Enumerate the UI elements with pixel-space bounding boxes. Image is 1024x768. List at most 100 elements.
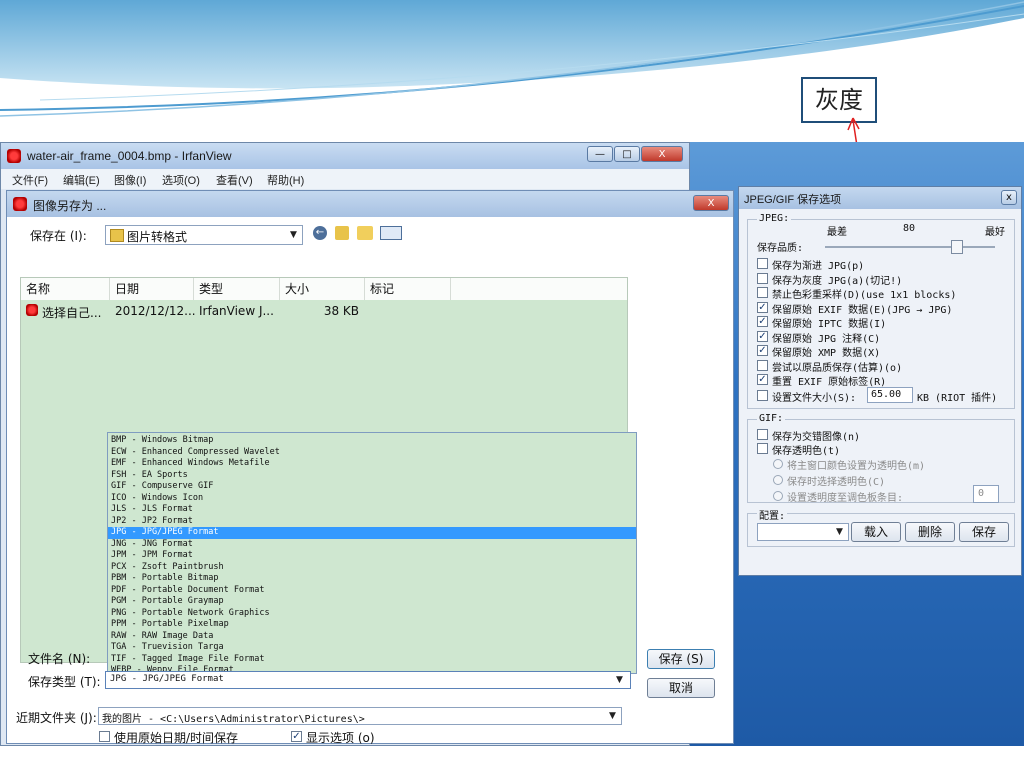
file-type-option[interactable]: JNG - JNG Format (108, 539, 636, 551)
option-checkbox-checked[interactable]: ✓ (757, 330, 768, 342)
chevron-down-icon: ▼ (609, 711, 616, 721)
option-checkbox[interactable] (757, 272, 768, 284)
file-type-option[interactable]: TGA - Truevision Targa (108, 642, 636, 654)
column-type[interactable]: 类型 (194, 278, 280, 300)
option-checkbox-checked[interactable]: ✓ (757, 374, 768, 385)
show-options-checkbox[interactable]: ✓ (291, 731, 302, 742)
gif-transparent-checkbox[interactable] (757, 443, 768, 454)
gif-group-label: GIF: (757, 413, 786, 424)
radio-palette-entry[interactable] (773, 491, 783, 501)
up-folder-icon[interactable] (335, 226, 349, 240)
file-type-option[interactable]: JPG - JPG/JPEG Format (108, 527, 636, 539)
menu-help[interactable]: 帮助(H) (267, 172, 304, 188)
column-name[interactable]: 名称 (21, 278, 110, 300)
quality-min-label: 最差 (827, 227, 847, 238)
filesize-checkbox[interactable] (757, 390, 768, 401)
recent-folder-select[interactable]: 我的图片 - <C:\Users\Administrator\Pictures\… (98, 707, 622, 725)
file-type-option[interactable]: PBM - Portable Bitmap (108, 573, 636, 585)
keep-date-checkbox[interactable] (99, 731, 110, 742)
save-config-button[interactable]: 保存 (959, 522, 1009, 542)
menu-options[interactable]: 选项(O) (162, 172, 200, 188)
option-checkbox-checked[interactable]: ✓ (757, 301, 768, 313)
filesize-input[interactable]: 65.00 (867, 387, 913, 403)
file-type-option[interactable]: PPM - Portable Pixelmap (108, 619, 636, 631)
jpeg-option[interactable]: ✓ 保留原始 XMP 数据(X) (757, 344, 1015, 359)
cancel-button[interactable]: 取消 (647, 678, 715, 698)
filetype-label: 保存类型 (T): (28, 675, 101, 689)
save-in-dropdown[interactable]: 图片转格式 ▼ (105, 225, 303, 245)
file-type-option[interactable]: PNG - Portable Network Graphics (108, 608, 636, 620)
maximize-button[interactable]: □ (614, 146, 640, 162)
delete-config-button[interactable]: 删除 (905, 522, 955, 542)
filetype-select[interactable]: JPG - JPG/JPEG Format ▼ (105, 671, 631, 689)
back-icon[interactable]: ← (313, 226, 327, 240)
file-type-option[interactable]: BMP - Windows Bitmap (108, 435, 636, 447)
filesize-label: 设置文件大小(S): (772, 393, 857, 404)
option-label: 禁止色彩重采样(D)(use 1x1 blocks) (772, 290, 957, 301)
option-checkbox-checked[interactable]: ✓ (757, 345, 768, 356)
filetype-value: JPG - JPG/JPEG Format (110, 674, 224, 684)
quality-slider[interactable] (825, 239, 995, 255)
menu-edit[interactable]: 编辑(E) (63, 172, 100, 188)
option-checkbox[interactable] (757, 258, 768, 269)
jpeg-gif-options-dialog: JPEG/GIF 保存选项 x JPEG: 最差 80 最好 保存品质: 保存为… (738, 186, 1022, 576)
file-type-option[interactable]: RAW - RAW Image Data (108, 631, 636, 643)
jpeg-option[interactable]: 保存为渐进 JPG(p) (757, 257, 1015, 272)
jpeg-option[interactable]: 保存为灰度 JPG(a)(切记!) (757, 272, 1015, 287)
file-type-option[interactable]: PDF - Portable Document Format (108, 585, 636, 597)
dialog-close-button[interactable]: X (693, 195, 729, 211)
load-config-button[interactable]: 载入 (851, 522, 901, 542)
file-type-option[interactable]: GIF - Compuserve GIF (108, 481, 636, 493)
config-label: 配置: (757, 507, 788, 522)
keep-date-label: 使用原始日期/时间保存 (114, 731, 239, 745)
options-close-button[interactable]: x (1001, 190, 1017, 205)
file-type-option[interactable]: FSH - EA Sports (108, 470, 636, 482)
option-label: 尝试以原品质保存(估算)(o) (772, 362, 903, 374)
palette-entry-input[interactable]: 0 (973, 485, 999, 503)
config-select[interactable]: ▼ (757, 523, 849, 541)
file-type-option[interactable]: PCX - Zsoft Paintbrush (108, 562, 636, 574)
file-type-option[interactable]: TIF - Tagged Image File Format (108, 654, 636, 666)
option-label: 保留原始 XMP 数据(X) (772, 348, 881, 359)
menu-image[interactable]: 图像(I) (114, 172, 146, 188)
column-date[interactable]: 日期 (110, 278, 194, 300)
file-type-option[interactable]: JLS - JLS Format (108, 504, 636, 516)
slider-thumb[interactable] (951, 240, 964, 254)
file-row[interactable]: 选择自己... 2012/12/12... IrfanView J... 38 … (21, 302, 627, 320)
new-folder-icon[interactable] (357, 226, 373, 240)
file-type-option[interactable]: ICO - Windows Icon (108, 493, 636, 505)
jpeg-option[interactable]: ✓ 重置 EXIF 原始标签(R) (757, 373, 1015, 388)
column-size[interactable]: 大小 (280, 278, 365, 300)
save-button[interactable]: 保存 (S) (647, 649, 715, 669)
file-type-list[interactable]: BMP - Windows Bitmap ECW - Enhanced Compr… (107, 432, 637, 675)
minimize-button[interactable]: — (587, 146, 613, 162)
jpeg-option[interactable]: 禁止色彩重采样(D)(use 1x1 blocks) (757, 286, 1015, 301)
menu-file[interactable]: 文件(F) (12, 172, 48, 188)
file-type-option[interactable]: JPM - JPM Format (108, 550, 636, 562)
column-tag[interactable]: 标记 (365, 278, 451, 300)
radio-main-window-color[interactable] (773, 459, 783, 469)
quality-max-label: 最好 (985, 227, 1005, 238)
file-type-option[interactable]: PGM - Portable Graymap (108, 596, 636, 608)
option-checkbox[interactable] (757, 359, 768, 371)
menu-view[interactable]: 查看(V) (216, 172, 253, 188)
slider-track (825, 246, 995, 248)
folder-icon (110, 229, 124, 242)
jpeg-option[interactable]: ✓ 保留原始 EXIF 数据(E)(JPG → JPG) (757, 301, 1015, 316)
file-type-option[interactable]: JP2 - JP2 Format (108, 516, 636, 528)
jpeg-option[interactable]: 尝试以原品质保存(估算)(o) (757, 359, 1015, 374)
recent-folder-value: 我的图片 - <C:\Users\Administrator\Pictures\… (102, 714, 365, 725)
gif-interlaced-checkbox[interactable] (757, 429, 768, 440)
radio-choose-on-save[interactable] (773, 475, 783, 485)
menu-bar: 文件(F) 编辑(E) 图像(I) 选项(O) 查看(V) 帮助(H) (1, 169, 689, 189)
option-label: 保存为灰度 JPG(a)(切记!) (772, 275, 903, 287)
option-checkbox-checked[interactable]: ✓ (757, 316, 768, 327)
close-button[interactable]: X (641, 146, 683, 162)
jpeg-option[interactable]: ✓ 保留原始 IPTC 数据(I) (757, 315, 1015, 330)
file-type-option[interactable]: EMF - Enhanced Windows Metafile (108, 458, 636, 470)
option-checkbox[interactable] (757, 287, 768, 298)
file-type-option[interactable]: ECW - Enhanced Compressed Wavelet (108, 447, 636, 459)
jpeg-option[interactable]: ✓ 保留原始 JPG 注释(C) (757, 330, 1015, 345)
column-filler (451, 278, 627, 300)
view-menu-icon[interactable] (380, 226, 402, 240)
